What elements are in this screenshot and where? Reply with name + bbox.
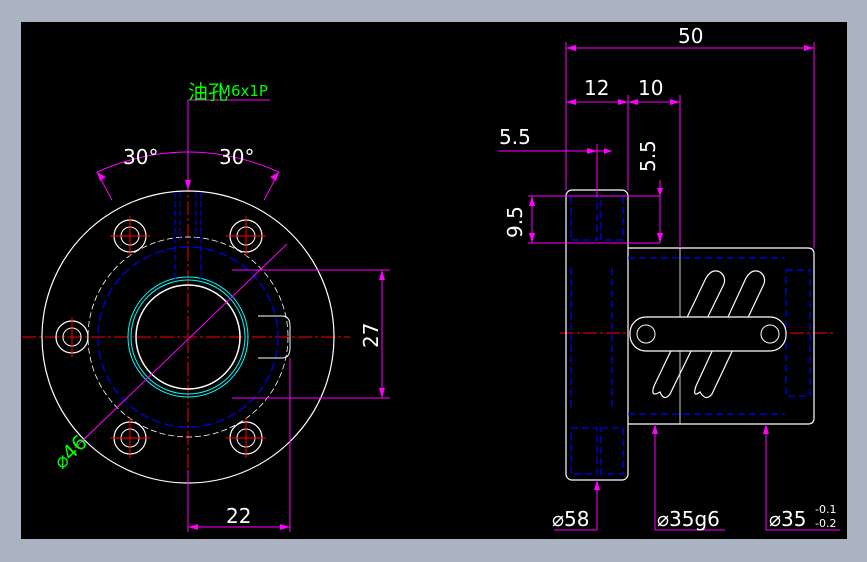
- flange-diameter-label: ⌀58: [552, 507, 590, 531]
- end-diameter-label: ⌀35: [769, 507, 807, 531]
- overall-length-label: 50: [678, 24, 703, 48]
- cad-drawing: 油孔 M6x1P 30° 30° 27 ⌀46 22 50 12 10 5.5 …: [21, 22, 847, 539]
- angle-right-label: 30°: [219, 145, 254, 169]
- drawing-canvas: [21, 22, 847, 539]
- width-label: 22: [226, 504, 251, 528]
- retainer-slot: [629, 316, 787, 352]
- height-label: 27: [359, 323, 383, 348]
- flange-length-label: 12: [584, 76, 609, 100]
- oil-hole-thread: M6x1P: [218, 82, 268, 100]
- hole-spacing-label: 9.5: [503, 206, 527, 238]
- angle-left-label: 30°: [123, 145, 158, 169]
- hole-offset-h-label: 5.5: [499, 125, 531, 149]
- tolerance-upper: -0.1: [815, 503, 836, 516]
- body-diameter-label: ⌀35g6: [657, 507, 720, 531]
- offset-length-label: 10: [638, 76, 663, 100]
- tolerance-lower: -0.2: [815, 517, 836, 530]
- hole-offset-v-label: 5.5: [636, 140, 660, 172]
